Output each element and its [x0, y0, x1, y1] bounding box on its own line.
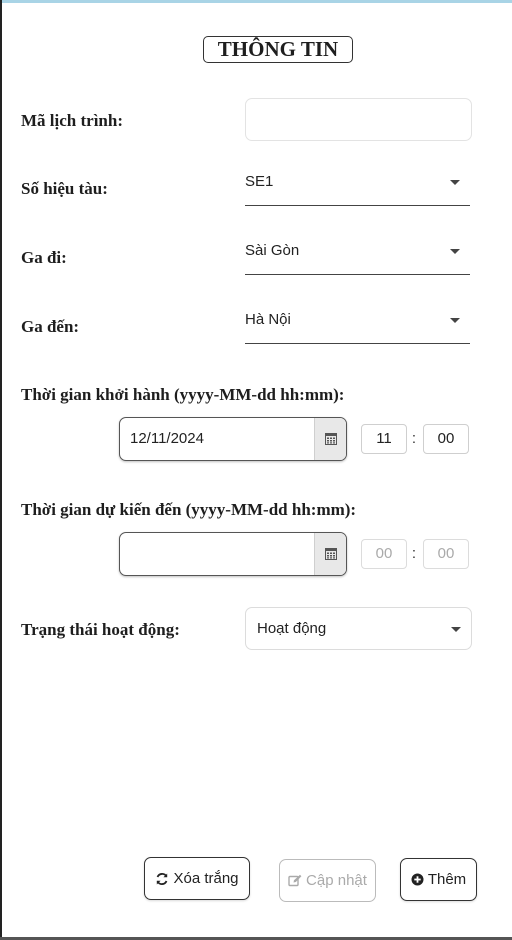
time-separator: :: [411, 430, 417, 447]
arrival-date-picker[interactable]: [119, 532, 347, 576]
ga-den-value: Hà Nội: [245, 311, 291, 328]
page-title: THÔNG TIN: [203, 36, 353, 63]
departure-date-value: 12/11/2024: [130, 430, 204, 447]
top-strip: [0, 0, 512, 3]
departure-minute-input[interactable]: 00: [423, 424, 469, 454]
chevron-down-icon: [451, 627, 461, 632]
plus-circle-icon: [411, 873, 424, 886]
calendar-icon[interactable]: [314, 418, 346, 460]
clear-button-label: Xóa trắng: [173, 870, 239, 887]
chevron-down-icon: [450, 249, 460, 254]
label-trang-thai: Trạng thái hoạt động:: [21, 620, 180, 639]
ga-den-select[interactable]: Hà Nội: [245, 308, 470, 344]
ga-di-value: Sài Gòn: [245, 242, 300, 259]
edit-icon: [288, 874, 302, 887]
calendar-icon[interactable]: [314, 533, 346, 575]
chevron-down-icon: [450, 318, 460, 323]
so-hieu-tau-select[interactable]: SE1: [245, 170, 470, 206]
update-button-label: Cập nhật: [306, 872, 367, 889]
chevron-down-icon: [450, 180, 460, 185]
add-button[interactable]: Thêm: [400, 858, 477, 901]
label-ga-di: Ga đi:: [21, 248, 67, 267]
label-so-hieu-tau: Số hiệu tàu:: [21, 179, 108, 198]
arrival-hour-input[interactable]: 00: [361, 539, 407, 569]
label-thoi-gian-du-kien-den: Thời gian dự kiến đến (yyyy-MM-dd hh:mm)…: [21, 500, 357, 519]
time-separator: :: [411, 545, 417, 562]
arrival-minute-input[interactable]: 00: [423, 539, 469, 569]
label-ma-lich-trinh: Mã lịch trình:: [21, 111, 123, 130]
label-thoi-gian-khoi-hanh: Thời gian khởi hành (yyyy-MM-dd hh:mm):: [21, 385, 345, 404]
left-border: [0, 0, 2, 940]
label-ga-den: Ga đến:: [21, 317, 80, 336]
refresh-icon: [155, 872, 169, 886]
trang-thai-value: Hoạt động: [257, 620, 327, 637]
departure-hour-input[interactable]: 11: [361, 424, 407, 454]
update-button[interactable]: Cập nhật: [279, 859, 376, 902]
ga-di-select[interactable]: Sài Gòn: [245, 239, 470, 275]
so-hieu-tau-value: SE1: [245, 173, 274, 190]
trang-thai-select[interactable]: Hoạt động: [245, 607, 472, 650]
departure-date-picker[interactable]: 12/11/2024: [119, 417, 347, 461]
clear-button[interactable]: Xóa trắng: [144, 857, 250, 900]
add-button-label: Thêm: [427, 871, 467, 888]
ma-lich-trinh-input[interactable]: [245, 98, 472, 141]
